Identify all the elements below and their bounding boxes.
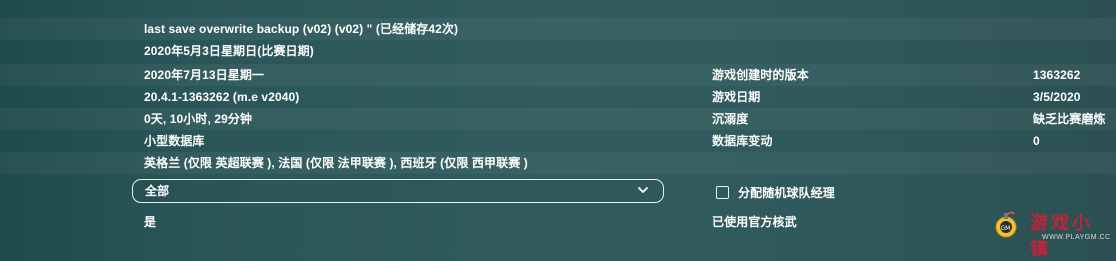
watermark-url: WWW.PLAYGM.CC: [1042, 234, 1111, 241]
svg-text:GM: GM: [1001, 225, 1011, 232]
save-name: last save overwrite backup (v02) (v02) "…: [144, 22, 459, 36]
bomb-icon: GM: [995, 211, 1017, 238]
playtime: 0天, 10小时, 29分钟: [144, 112, 253, 126]
playtime-row: 0天, 10小时, 29分钟 沉溺度 缺乏比赛磨炼: [0, 108, 1116, 130]
chevron-down-icon: [638, 187, 648, 193]
created-date: 2020年7月13日星期一: [144, 68, 265, 82]
created-row: 2020年7月13日星期一 游戏创建时的版本 1363262: [0, 64, 1116, 86]
bottom-right-value: 已使用官方核武: [712, 215, 797, 229]
filter-dropdown-value: 全部: [145, 184, 170, 198]
filter-dropdown[interactable]: 全部: [132, 179, 664, 203]
save-title-row: last save overwrite backup (v02) (v02) "…: [0, 18, 1116, 40]
random-manager-label[interactable]: 分配随机球队经理: [738, 186, 835, 200]
database-row: 小型数据库 数据库变动 0: [0, 130, 1116, 152]
database-size: 小型数据库: [144, 134, 205, 148]
watermark-logo: GM 游戏小镇 WWW.PLAYGM.CC: [984, 207, 1112, 260]
addiction-value: 缺乏比赛磨炼: [1033, 112, 1106, 126]
version-string: 20.4.1-1363262 (m.e v2040): [144, 90, 300, 104]
database-changes-value: 0: [1033, 134, 1040, 148]
random-manager-checkbox[interactable]: [716, 186, 729, 199]
version-row: 20.4.1-1363262 (m.e v2040) 游戏日期 3/5/2020: [0, 86, 1116, 108]
leagues-list: 英格兰 (仅限 英超联赛 ), 法国 (仅限 法甲联赛 ), 西班牙 (仅限 西…: [144, 156, 528, 170]
bottom-left-value: 是: [144, 215, 157, 229]
game-date-full: 2020年5月3日星期日(比赛日期): [144, 44, 314, 58]
leagues-row: 英格兰 (仅限 英超联赛 ), 法国 (仅限 法甲联赛 ), 西班牙 (仅限 西…: [0, 152, 1116, 174]
database-changes-label: 数据库变动: [712, 134, 773, 148]
created-version-value: 1363262: [1033, 68, 1081, 82]
game-date-value: 3/5/2020: [1033, 90, 1081, 104]
game-date-label: 游戏日期: [712, 90, 761, 104]
created-version-label: 游戏创建时的版本: [712, 68, 809, 82]
game-date-row: 2020年5月3日星期日(比赛日期): [0, 40, 1116, 62]
addiction-label: 沉溺度: [712, 112, 749, 126]
